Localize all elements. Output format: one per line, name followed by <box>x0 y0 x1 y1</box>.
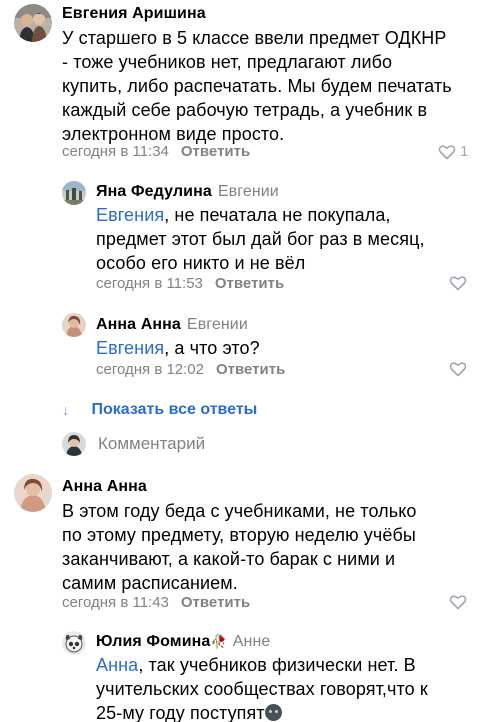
author-name[interactable]: Анна Анна <box>96 316 181 333</box>
comment-meta: сегодня в 11:43 Ответить <box>62 594 250 611</box>
comment-text-span: 25-му году поступят <box>96 703 265 722</box>
comment-text: У старшего в 5 классе ввели предмет ОДКН… <box>62 26 452 146</box>
heart-outline-icon <box>449 362 467 377</box>
comment-author[interactable]: Анна Анна <box>62 478 147 496</box>
avatar[interactable] <box>14 474 52 512</box>
comment-input[interactable]: Комментарий <box>98 434 205 454</box>
comment-text-span: , так учебников физически нет. В <box>138 655 416 675</box>
comment-timestamp: сегодня в 11:53 <box>96 275 203 292</box>
author-name[interactable]: Яна Федулина <box>96 183 212 200</box>
comment-text-line: предмет этот был дай бог раз в месяц, <box>96 229 425 249</box>
comment-timestamp: сегодня в 12:02 <box>96 361 204 378</box>
comment-text: Анна, так учебников физически нет. В учи… <box>96 653 428 722</box>
arrow-down-icon: ↓ <box>62 401 70 419</box>
reply-button[interactable]: Ответить <box>215 275 284 292</box>
reply-to-label[interactable]: Евгении <box>218 183 279 200</box>
avatar[interactable] <box>62 313 86 337</box>
comment-meta: сегодня в 12:02 Ответить <box>96 361 285 378</box>
comment-text-line: У старшего в 5 классе ввели предмет ОДКН… <box>62 28 447 48</box>
comment-author: Анна Анна Евгении <box>96 316 248 334</box>
comment-text-line: учительских сообществах говорят,что к <box>96 679 428 699</box>
mention-link[interactable]: Евгения <box>96 205 164 225</box>
heart-outline-icon <box>449 276 467 291</box>
show-all-replies-button[interactable]: ↓ Показать все ответы <box>62 398 257 422</box>
like-count: 1 <box>460 143 469 160</box>
comment-text-line: В этом году беда с учебниками, не только <box>62 501 417 521</box>
like-button[interactable] <box>449 594 467 610</box>
comment-meta: сегодня в 11:34 Ответить <box>62 143 250 160</box>
avatar[interactable] <box>14 4 52 42</box>
comment-timestamp: сегодня в 11:34 <box>62 143 169 160</box>
show-all-replies-label: Показать все ответы <box>91 401 258 418</box>
comment-timestamp: сегодня в 11:43 <box>62 594 169 611</box>
mention-link[interactable]: Анна <box>96 655 138 675</box>
like-button[interactable] <box>449 361 467 377</box>
avatar[interactable] <box>62 631 86 655</box>
rose-emoji: 🥀 <box>210 634 227 649</box>
comment-text-line: - тоже учебников нет, предлагают либо <box>62 52 393 72</box>
comment-text-span: , а что это? <box>164 338 260 358</box>
comment-text-line: особо его никто и не вёл <box>96 253 306 273</box>
comment-text-line: купить, либо распечатать. Мы будем печат… <box>62 76 452 96</box>
comment-author: Юлия Фомина🥀 Анне <box>96 633 270 651</box>
comment-text-line: Евгения, не печатала не покупала, <box>96 203 425 227</box>
like-button[interactable]: 1 <box>438 143 468 160</box>
mention-link[interactable]: Евгения <box>96 338 164 358</box>
avatar <box>62 432 86 456</box>
comment-text: В этом году беда с учебниками, не только… <box>62 499 417 595</box>
reply-button[interactable]: Ответить <box>181 594 250 611</box>
comment-text: Евгения, а что это? <box>96 336 260 360</box>
comment-text-span: , не печатала не покупала, <box>164 205 391 225</box>
avatar[interactable] <box>62 181 86 205</box>
reply-to-label[interactable]: Анне <box>233 633 271 650</box>
comment-text-line: каждый себе рабочую тетрадь, а учебник в <box>62 100 428 120</box>
face-emoji-icon <box>264 704 282 721</box>
reply-button[interactable]: Ответить <box>216 361 285 378</box>
comment-text-line: заканчивают, а какой-то барак с ними и <box>62 549 396 569</box>
comment-author[interactable]: Евгения Аришина <box>62 5 206 23</box>
heart-outline-icon <box>449 595 467 610</box>
comment-text-line: по этому предмету, вторую неделю учёбы <box>62 525 416 545</box>
comment-composer[interactable]: Комментарий <box>62 431 205 457</box>
author-name[interactable]: Юлия Фомина <box>96 633 210 650</box>
comment-meta: сегодня в 11:53 Ответить <box>96 275 284 292</box>
comment-text-line: Евгения, а что это? <box>96 336 260 360</box>
heart-outline-icon <box>438 144 456 159</box>
reply-button[interactable]: Ответить <box>181 143 250 160</box>
comment-text-line: Анна, так учебников физически нет. В <box>96 653 428 677</box>
comment-text-line: 25-му году поступят <box>96 701 428 722</box>
reply-to-label[interactable]: Евгении <box>187 316 248 333</box>
comment-text: Евгения, не печатала не покупала, предме… <box>96 203 425 275</box>
like-button[interactable] <box>449 275 467 291</box>
comment-text-line: самим расписанием. <box>62 573 238 593</box>
comment-author: Яна Федулина Евгении <box>96 183 279 201</box>
